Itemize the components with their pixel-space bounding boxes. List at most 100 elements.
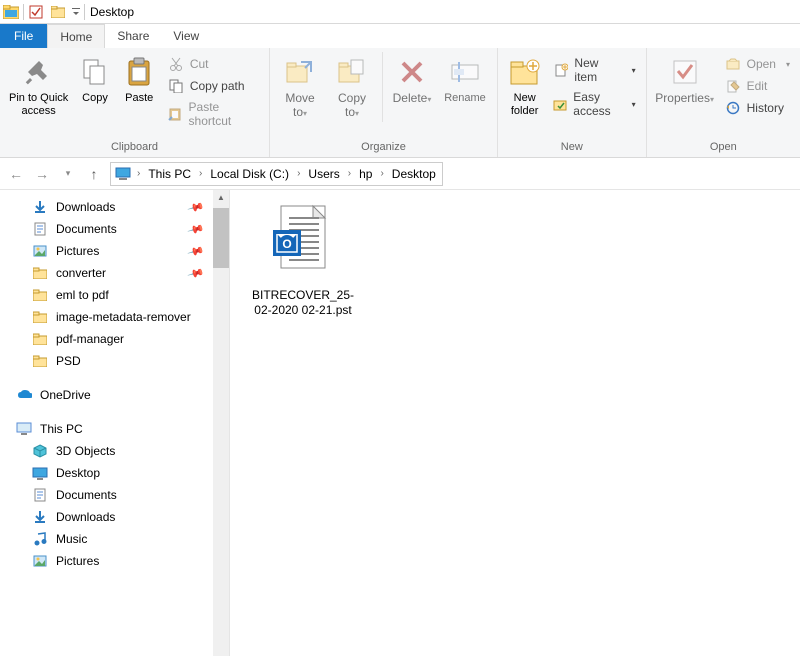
pin-icon: 📌 bbox=[187, 242, 205, 260]
group-label-clipboard: Clipboard bbox=[6, 139, 263, 155]
svg-text:O: O bbox=[282, 237, 291, 251]
chevron-right-icon[interactable]: › bbox=[344, 168, 355, 179]
delete-icon bbox=[396, 56, 428, 88]
sidebar-item-image-metadata[interactable]: image-metadata-remover bbox=[0, 306, 229, 328]
sidebar-item-downloads2[interactable]: Downloads bbox=[0, 506, 229, 528]
window-title: Desktop bbox=[90, 5, 134, 19]
downloads-icon bbox=[32, 199, 48, 215]
explorer-app-icon bbox=[0, 1, 22, 23]
delete-button[interactable]: Delete▾ bbox=[389, 52, 435, 110]
sidebar-item-documents[interactable]: Documents 📌 bbox=[0, 218, 229, 240]
pin-icon: 📌 bbox=[187, 264, 205, 282]
open-button[interactable]: Open▾ bbox=[721, 54, 794, 74]
copy-to-button[interactable]: Copy to▾ bbox=[328, 52, 376, 124]
tab-share[interactable]: Share bbox=[105, 24, 161, 48]
copy-to-icon bbox=[336, 56, 368, 88]
breadcrumb-seg[interactable]: Local Disk (C:) bbox=[208, 165, 291, 183]
pin-to-quick-access-button[interactable]: Pin to Quick access bbox=[6, 52, 71, 122]
sidebar-item-downloads[interactable]: Downloads 📌 bbox=[0, 196, 229, 218]
copy-path-button[interactable]: Copy path bbox=[164, 76, 263, 96]
separator bbox=[23, 4, 24, 20]
address-bar[interactable]: › This PC › Local Disk (C:) › Users › hp… bbox=[110, 162, 443, 186]
sidebar-item-emltopdf[interactable]: eml to pdf bbox=[0, 284, 229, 306]
chevron-right-icon[interactable]: › bbox=[293, 168, 304, 179]
new-item-button[interactable]: New item▾ bbox=[549, 54, 639, 86]
easy-access-icon bbox=[553, 96, 567, 112]
paste-button[interactable]: Paste bbox=[119, 52, 160, 109]
sidebar-item-converter[interactable]: converter 📌 bbox=[0, 262, 229, 284]
move-to-button[interactable]: Move to▾ bbox=[276, 52, 324, 124]
new-folder-icon bbox=[509, 56, 541, 88]
nav-up-button[interactable]: ↑ bbox=[84, 164, 104, 184]
properties-icon bbox=[669, 56, 701, 88]
documents-icon bbox=[32, 487, 48, 503]
tab-view[interactable]: View bbox=[161, 24, 211, 48]
folder-icon bbox=[32, 309, 48, 325]
chevron-right-icon[interactable]: › bbox=[133, 168, 144, 179]
sidebar-item-pictures2[interactable]: Pictures bbox=[0, 550, 229, 572]
qa-newfolder-icon[interactable] bbox=[47, 1, 69, 23]
pictures-icon bbox=[32, 243, 48, 259]
desktop-icon bbox=[32, 465, 48, 481]
pin-icon: 📌 bbox=[187, 198, 205, 216]
cut-icon bbox=[168, 56, 184, 72]
sidebar-item-pdf-manager[interactable]: pdf-manager bbox=[0, 328, 229, 350]
nav-back-button[interactable]: ← bbox=[6, 164, 26, 184]
pictures-icon bbox=[32, 553, 48, 569]
paste-shortcut-button[interactable]: Paste shortcut bbox=[164, 98, 263, 130]
tab-file[interactable]: File bbox=[0, 24, 47, 48]
chevron-right-icon[interactable]: › bbox=[376, 168, 387, 179]
sidebar-item-thispc[interactable]: This PC bbox=[0, 418, 229, 440]
paste-shortcut-icon bbox=[168, 106, 183, 122]
nav-recent-dropdown[interactable]: ▾ bbox=[58, 164, 78, 184]
new-item-icon bbox=[553, 62, 568, 78]
rename-icon bbox=[449, 56, 481, 88]
folder-icon bbox=[32, 265, 48, 281]
copy-button[interactable]: Copy bbox=[75, 52, 114, 109]
sidebar-item-3dobjects[interactable]: 3D Objects bbox=[0, 440, 229, 462]
easy-access-button[interactable]: Easy access▾ bbox=[549, 88, 639, 120]
onedrive-icon bbox=[16, 387, 32, 403]
sidebar-scrollbar[interactable]: ▲ bbox=[213, 190, 229, 656]
title-bar: Desktop bbox=[0, 0, 800, 24]
properties-button[interactable]: Properties▾ bbox=[653, 52, 717, 110]
breadcrumb-seg[interactable]: This PC bbox=[146, 165, 193, 183]
sidebar-item-pictures[interactable]: Pictures 📌 bbox=[0, 240, 229, 262]
open-icon bbox=[725, 56, 741, 72]
group-new: New folder New item▾ Easy access▾ New bbox=[498, 48, 647, 157]
sidebar-item-desktop[interactable]: Desktop bbox=[0, 462, 229, 484]
rename-button[interactable]: Rename bbox=[439, 52, 491, 109]
chevron-right-icon[interactable]: › bbox=[195, 168, 206, 179]
sidebar-item-music[interactable]: Music bbox=[0, 528, 229, 550]
sidebar-item-documents2[interactable]: Documents bbox=[0, 484, 229, 506]
new-folder-button[interactable]: New folder bbox=[504, 52, 545, 122]
edit-button[interactable]: Edit bbox=[721, 76, 794, 96]
scrollbar-thumb[interactable] bbox=[213, 208, 229, 268]
group-organize: Move to▾ Copy to▾ Delete▾ Rename Organiz… bbox=[270, 48, 498, 157]
sidebar-item-onedrive[interactable]: OneDrive bbox=[0, 384, 229, 406]
folder-icon bbox=[32, 331, 48, 347]
history-button[interactable]: History bbox=[721, 98, 794, 118]
documents-icon bbox=[32, 221, 48, 237]
nav-forward-button[interactable]: → bbox=[32, 164, 52, 184]
edit-icon bbox=[725, 78, 741, 94]
navigation-pane[interactable]: Downloads 📌 Documents 📌 Pictures 📌 conve… bbox=[0, 190, 230, 656]
history-icon bbox=[725, 100, 741, 116]
qa-customize-dropdown[interactable] bbox=[69, 1, 83, 23]
group-label-open: Open bbox=[653, 139, 794, 155]
file-item-pst[interactable]: O BITRECOVER_25-02-2020 02-21.pst bbox=[248, 204, 358, 318]
group-clipboard: Pin to Quick access Copy Paste Cut Copy … bbox=[0, 48, 270, 157]
group-label-organize: Organize bbox=[276, 139, 491, 155]
paste-icon bbox=[123, 56, 155, 88]
tab-home[interactable]: Home bbox=[47, 24, 105, 48]
nav-row: ← → ▾ ↑ › This PC › Local Disk (C:) › Us… bbox=[0, 158, 800, 190]
breadcrumb-seg[interactable]: Desktop bbox=[390, 165, 438, 183]
address-pc-icon bbox=[115, 167, 131, 181]
breadcrumb-seg[interactable]: Users bbox=[306, 165, 341, 183]
cut-button[interactable]: Cut bbox=[164, 54, 263, 74]
content-pane[interactable]: O BITRECOVER_25-02-2020 02-21.pst bbox=[230, 190, 800, 656]
file-name-label: BITRECOVER_25-02-2020 02-21.pst bbox=[248, 288, 358, 318]
qa-properties-icon[interactable] bbox=[25, 1, 47, 23]
breadcrumb-seg[interactable]: hp bbox=[357, 165, 374, 183]
sidebar-item-psd[interactable]: PSD bbox=[0, 350, 229, 372]
